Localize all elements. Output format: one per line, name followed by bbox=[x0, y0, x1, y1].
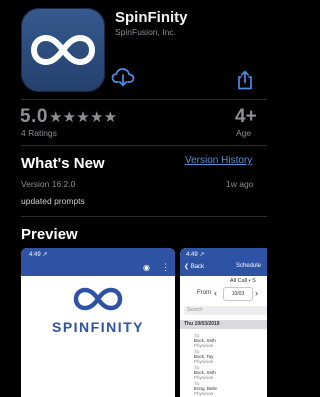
app-icon bbox=[21, 8, 105, 92]
brand-wordmark: SPINFINITY bbox=[51, 319, 144, 335]
status-time: 4:49 ↗ bbox=[29, 252, 48, 258]
developer-name[interactable]: SpinFusion, Inc. bbox=[115, 27, 176, 37]
version-label: Version 16.2.0 bbox=[21, 179, 76, 189]
divider bbox=[21, 216, 267, 217]
version-history-link[interactable]: Version History bbox=[185, 155, 252, 166]
day-header: Thu 10/03/2019 bbox=[180, 320, 267, 329]
list-item: 7a Bock, Seth Physician bbox=[194, 365, 216, 380]
from-label: From bbox=[197, 290, 211, 296]
more-icon: ⋮ bbox=[161, 262, 170, 272]
age-rating: 4+ bbox=[235, 106, 257, 127]
spinfinity-logo-icon bbox=[73, 287, 123, 311]
search-field: Search bbox=[184, 306, 267, 315]
list-item: 7a Ering, Belle Physician bbox=[194, 381, 218, 396]
chevron-left-icon: ‹ bbox=[214, 288, 217, 298]
ratings-count: 4 Ratings bbox=[21, 128, 57, 138]
rating-score: 5.0 bbox=[20, 106, 48, 127]
divider bbox=[21, 99, 267, 100]
share-icon bbox=[238, 70, 252, 90]
chevron-right-icon: › bbox=[255, 288, 258, 298]
release-notes: updated prompts bbox=[21, 196, 85, 206]
cloud-download-icon bbox=[111, 68, 135, 87]
rating-stars: ★★★★★ bbox=[49, 109, 118, 126]
schedule-title: Schedule bbox=[236, 263, 262, 269]
whats-new-title: What's New bbox=[21, 155, 105, 172]
camera-icon: ◉ bbox=[143, 263, 150, 272]
back-label: ❮ Back bbox=[184, 264, 205, 270]
age-label: Age bbox=[236, 128, 252, 138]
date-field: 10/03 bbox=[223, 287, 253, 301]
filter-label: All Call • S bbox=[230, 278, 256, 284]
app-title: SpinFinity bbox=[115, 9, 188, 26]
divider bbox=[21, 145, 267, 146]
preview-screenshot-1[interactable]: 4:49 ↗ ◉ ⋮ SPINFINITY bbox=[21, 248, 175, 397]
share-button[interactable] bbox=[236, 70, 254, 90]
list-item: 7a Bock, Tay Physician bbox=[194, 349, 214, 364]
preview-title: Preview bbox=[21, 226, 78, 243]
list-item: 7a Bock, Seth Physician bbox=[194, 333, 216, 348]
infinity-logo-icon bbox=[30, 34, 96, 66]
preview-screenshot-2[interactable]: 4:49 ↗ ❮ Back Schedule All Call • S From… bbox=[180, 248, 267, 397]
status-time: 4:49 ↗ bbox=[186, 252, 205, 258]
download-button[interactable] bbox=[111, 66, 137, 88]
release-age: 1w ago bbox=[226, 179, 254, 189]
